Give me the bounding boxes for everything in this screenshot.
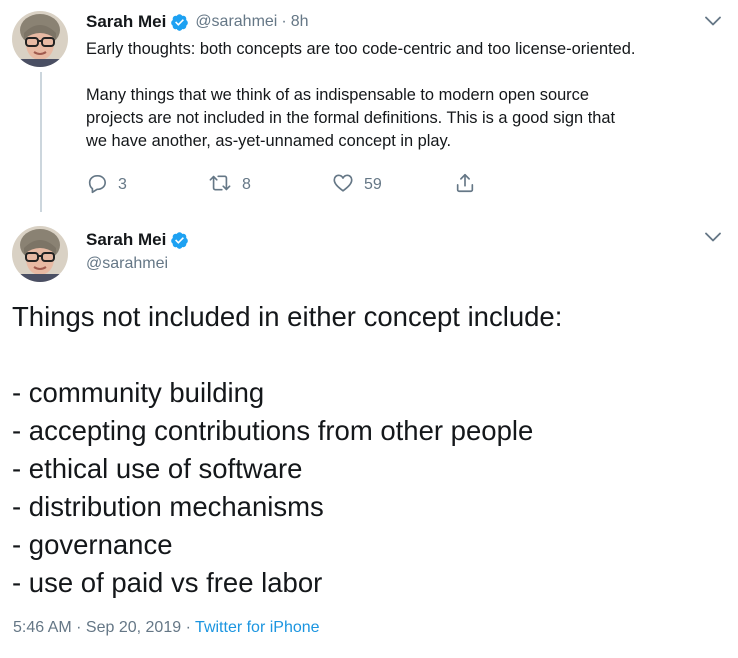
- share-button[interactable]: [454, 173, 476, 197]
- tweet-header: Sarah Mei @sarahmei · 8h: [86, 11, 308, 33]
- heart-icon: [332, 172, 354, 199]
- thread-connector-line: [40, 72, 42, 212]
- list-item: - community building: [12, 377, 265, 408]
- like-button[interactable]: 59: [332, 173, 382, 197]
- retweet-icon: [208, 172, 232, 199]
- retweet-button[interactable]: 8: [208, 173, 251, 197]
- retweet-count: 8: [242, 176, 251, 193]
- author-name[interactable]: Sarah Mei: [86, 12, 166, 32]
- separator: ·: [281, 13, 287, 30]
- list-item: - accepting contributions from other peo…: [12, 415, 534, 446]
- share-icon: [454, 172, 476, 199]
- tweet-metadata: 5:46 AM · Sep 20, 2019 · Twitter for iPh…: [13, 619, 320, 637]
- thread-parent-tweet[interactable]: Sarah Mei @sarahmei · 8h Early thoughts:…: [0, 0, 738, 212]
- verified-badge-icon: [170, 13, 189, 32]
- tweet-text-line: projects are not included in the formal …: [86, 109, 616, 127]
- tweet-text-line: Early thoughts: both concepts are too co…: [86, 40, 636, 58]
- chevron-down-icon[interactable]: [702, 10, 724, 32]
- author-handle[interactable]: @sarahmei: [86, 255, 168, 273]
- author-name[interactable]: Sarah Mei: [86, 230, 166, 250]
- reply-icon: [86, 172, 108, 199]
- tweet-text: Early thoughts: both concepts are too co…: [86, 38, 726, 153]
- tweet-header: Sarah Mei: [86, 229, 189, 251]
- list-item: - ethical use of software: [12, 453, 303, 484]
- avatar[interactable]: [12, 226, 68, 282]
- list-item: - governance: [12, 529, 173, 560]
- list-item: - use of paid vs free labor: [12, 567, 323, 598]
- tweet-text-line: Many things that we think of as indispen…: [86, 86, 589, 104]
- tweet-source-link[interactable]: Twitter for iPhone: [195, 619, 320, 636]
- tweet-text-line: we have another, as-yet-unnamed concept …: [86, 132, 452, 150]
- list-item: - distribution mechanisms: [12, 491, 324, 522]
- verified-badge-icon: [170, 231, 189, 250]
- tweet-text-intro: Things not included in either concept in…: [12, 301, 563, 332]
- tweet-timestamp[interactable]: 5:46 AM · Sep 20, 2019 ·: [13, 619, 195, 636]
- like-count: 59: [364, 176, 382, 193]
- avatar[interactable]: [12, 11, 68, 67]
- tweet-time[interactable]: 8h: [291, 13, 309, 31]
- tweet-text: Things not included in either concept in…: [12, 298, 732, 602]
- reply-count: 3: [118, 176, 127, 193]
- author-handle[interactable]: @sarahmei: [195, 13, 277, 31]
- reply-button[interactable]: 3: [86, 173, 127, 197]
- chevron-down-icon[interactable]: [702, 226, 724, 248]
